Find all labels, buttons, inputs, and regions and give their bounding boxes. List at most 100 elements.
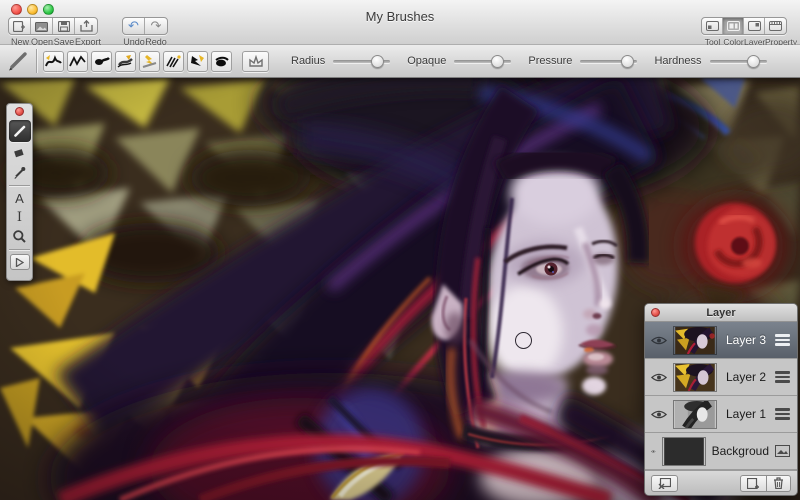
layer-row[interactable]: Layer 2	[645, 359, 797, 396]
tool-palette: A I	[6, 103, 33, 281]
edit-button-group: ↶ ↷ Undo Redo	[122, 17, 168, 47]
export-box-icon	[80, 20, 93, 32]
slider-track[interactable]	[580, 60, 637, 63]
layer-name: Backgroud	[712, 444, 769, 458]
clear-layer-button[interactable]	[651, 475, 678, 492]
brush-preset-1[interactable]	[43, 51, 64, 72]
slider-track[interactable]	[333, 60, 390, 63]
undo-button[interactable]: ↶	[123, 18, 145, 34]
layer-thumbnail[interactable]	[673, 326, 717, 355]
tool-panel-icon	[706, 21, 719, 31]
palette-close-button[interactable]	[15, 107, 24, 116]
brush-preset-8[interactable]	[211, 51, 232, 72]
open-folder-icon	[35, 21, 48, 32]
property-panel-icon	[769, 21, 782, 31]
slider-track[interactable]	[710, 60, 767, 63]
export-button[interactable]	[75, 18, 97, 34]
eyedropper-icon	[12, 165, 27, 180]
save-floppy-icon	[58, 21, 70, 32]
layer-panel-close-button[interactable]	[651, 308, 660, 317]
layer-thumbnail[interactable]	[673, 400, 717, 429]
pressure-slider-label: Pressure	[528, 55, 572, 67]
canvas-area[interactable]: A I Layer	[0, 78, 800, 500]
brush-stroke-icon	[141, 54, 158, 69]
slider-track[interactable]	[454, 60, 511, 63]
layer-panel-icon	[748, 21, 761, 31]
tool-eraser[interactable]	[8, 144, 31, 163]
visibility-eye-icon[interactable]	[651, 372, 667, 383]
layer-menu-icon[interactable]	[775, 408, 790, 419]
layer-panel-button[interactable]	[744, 18, 765, 34]
brush-preset-3[interactable]	[91, 51, 112, 72]
tool-text[interactable]: A	[8, 189, 31, 208]
slider-thumb[interactable]	[491, 55, 504, 68]
brush-preset-4[interactable]	[115, 51, 136, 72]
visibility-eye-icon[interactable]	[651, 335, 667, 346]
tool-ibeam[interactable]: I	[8, 208, 31, 227]
brush-stroke-icon	[165, 54, 182, 69]
tool-panel-button[interactable]	[702, 18, 723, 34]
brush-preset-7[interactable]	[187, 51, 208, 72]
crown-icon	[248, 55, 264, 68]
pencil-icon[interactable]	[6, 50, 30, 72]
brush-stroke-icon	[69, 54, 86, 69]
slider-thumb[interactable]	[621, 55, 634, 68]
image-layer-icon	[775, 445, 790, 457]
property-panel-button[interactable]	[765, 18, 786, 34]
tool-zoom[interactable]	[8, 227, 31, 246]
eraser-icon	[12, 147, 27, 160]
panel-toggle-group: Tool Color Layer Property	[701, 17, 787, 47]
layer-row[interactable]: Layer 3	[645, 322, 797, 359]
layer-thumbnail[interactable]	[673, 363, 717, 392]
brush-stroke-icon	[93, 54, 110, 69]
layer-name: Layer 1	[723, 407, 769, 421]
brush-preset-5[interactable]	[139, 51, 160, 72]
brush-preset-2[interactable]	[67, 51, 88, 72]
top-chrome: My Brushes	[0, 0, 800, 78]
brush-cursor-ring	[515, 332, 532, 349]
layer-thumbnail[interactable]	[662, 437, 706, 466]
visibility-eye-icon[interactable]	[651, 409, 667, 420]
visibility-eye-icon[interactable]	[651, 446, 656, 457]
layer-menu-icon[interactable]	[775, 371, 790, 382]
app-window: A I Layer	[0, 0, 800, 500]
layer-name: Layer 2	[723, 370, 769, 384]
brush-stroke-icon	[189, 54, 206, 69]
palette-divider	[9, 249, 30, 250]
tool-play[interactable]	[10, 254, 30, 270]
open-button[interactable]	[31, 18, 53, 34]
tool-eyedropper[interactable]	[8, 163, 31, 182]
layer-row[interactable]: Layer 1	[645, 396, 797, 433]
layer-row[interactable]: Backgroud	[645, 433, 797, 470]
layer-panel-title: Layer	[706, 307, 735, 319]
hardness-slider: Hardness	[654, 55, 766, 67]
redo-button[interactable]: ↷	[145, 18, 167, 34]
trash-icon	[773, 477, 784, 489]
layer-panel: Layer Layer 3	[644, 303, 798, 496]
new-layer-button[interactable]	[740, 475, 767, 492]
window-titlebar: My Brushes	[0, 0, 800, 45]
layer-panel-bottom-bar	[645, 470, 797, 495]
brush-stroke-icon	[117, 54, 134, 69]
delete-layer-button[interactable]	[767, 475, 791, 492]
brush-stroke-icon	[45, 54, 62, 69]
more-brushes-button[interactable]	[242, 51, 269, 72]
brush-toolbar: Radius Opaque Pressure Hardness	[0, 45, 800, 78]
pressure-slider: Pressure	[528, 55, 637, 67]
palette-divider	[9, 185, 30, 186]
new-document-icon	[747, 478, 760, 489]
layer-menu-icon[interactable]	[775, 334, 790, 345]
new-document-icon	[13, 21, 26, 32]
save-button[interactable]	[53, 18, 75, 34]
tool-brush[interactable]	[9, 120, 31, 142]
brush-preset-6[interactable]	[163, 51, 184, 72]
window-title: My Brushes	[0, 9, 800, 24]
slider-thumb[interactable]	[371, 55, 384, 68]
toolbar-divider	[36, 49, 37, 73]
slider-thumb[interactable]	[747, 55, 760, 68]
color-panel-button[interactable]	[723, 18, 744, 34]
hardness-slider-label: Hardness	[654, 55, 701, 67]
radius-slider: Radius	[291, 55, 390, 67]
new-button[interactable]	[9, 18, 31, 34]
color-panel-icon	[727, 21, 740, 31]
